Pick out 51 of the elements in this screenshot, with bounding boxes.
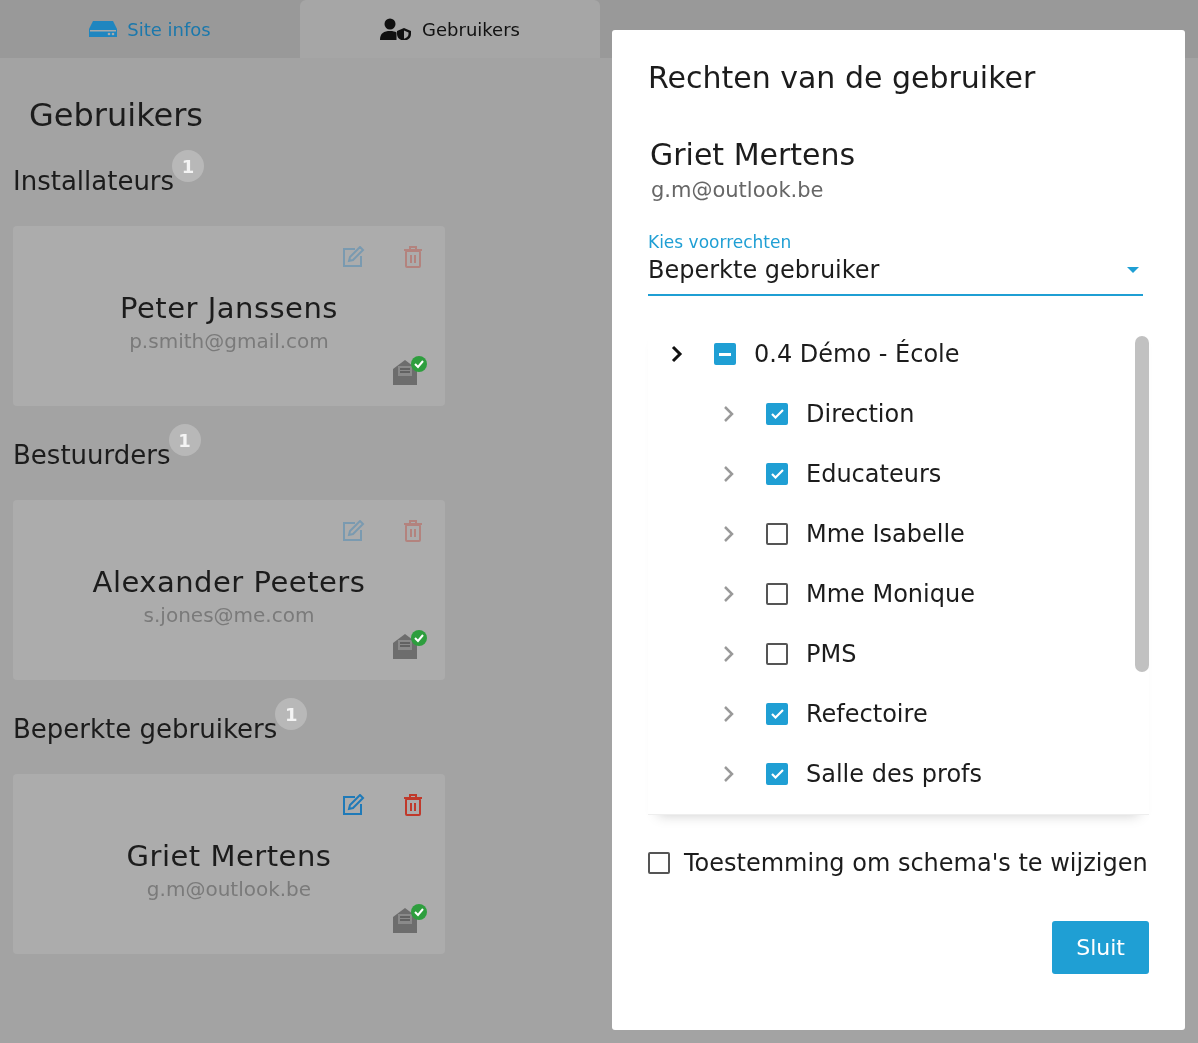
tab[interactable]: Gebruikers <box>300 0 600 58</box>
group-title: Bestuurders <box>13 440 171 470</box>
checkbox[interactable] <box>766 463 788 485</box>
dialog-title: Rechten van de gebruiker <box>648 60 1037 95</box>
user-name: Peter Janssens <box>120 291 338 325</box>
dash-icon <box>719 352 731 356</box>
tree-item-label[interactable]: 0.4 Démo - École <box>754 340 960 368</box>
select-label: Kies voorrechten <box>648 232 793 252</box>
edit-icon[interactable] <box>341 794 365 816</box>
trash-icon[interactable] <box>403 520 423 542</box>
tree-item-label[interactable]: Educateurs <box>806 460 942 488</box>
checkmark-icon <box>770 709 784 719</box>
tree-item-label[interactable]: Salle des profs <box>806 760 982 788</box>
trash-icon[interactable] <box>403 246 423 268</box>
count-badge: 1 <box>168 424 201 456</box>
trash-icon[interactable] <box>403 794 423 816</box>
group-title: Installateurs <box>13 166 175 196</box>
tree-item-label[interactable]: Mme Isabelle <box>806 520 965 548</box>
checkbox-label[interactable]: Toestemming om schema's te wijzigen <box>684 849 1148 877</box>
checkbox[interactable] <box>648 852 670 874</box>
privilege-select[interactable]: Beperkte gebruiker <box>648 252 1143 296</box>
checkbox[interactable] <box>714 343 736 365</box>
checkbox[interactable] <box>766 763 788 785</box>
envelope-check-icon <box>393 904 427 934</box>
checkmark-icon <box>770 469 784 479</box>
count-badge: 1 <box>275 698 308 730</box>
envelope-check-icon <box>393 356 427 386</box>
user-shield-icon <box>380 18 413 40</box>
chevron-right-icon[interactable] <box>670 345 684 363</box>
tree-item-label[interactable]: PMS <box>806 640 857 668</box>
user-name: Griet Mertens <box>126 839 332 873</box>
tree-item-label[interactable]: Refectoire <box>806 700 928 728</box>
checkbox[interactable] <box>766 583 788 605</box>
checkbox[interactable] <box>766 703 788 725</box>
user-name: Griet Mertens <box>650 137 857 172</box>
scrollbar[interactable] <box>1135 336 1149 672</box>
checkbox[interactable] <box>766 403 788 425</box>
user-email: g.m@outlook.be <box>651 178 825 202</box>
page-title: Gebruikers <box>29 96 205 134</box>
envelope-check-icon <box>393 630 427 660</box>
checkbox[interactable] <box>766 523 788 545</box>
drive-icon <box>89 20 118 38</box>
checkmark-icon <box>770 769 784 779</box>
user-name: Alexander Peeters <box>92 565 366 599</box>
dropdown-caret-icon <box>1127 267 1139 273</box>
group-title: Beperkte gebruikers <box>13 714 278 744</box>
tree-item-label[interactable]: Direction <box>806 400 915 428</box>
tree-item-label[interactable]: Mme Monique <box>806 580 975 608</box>
count-badge: 1 <box>172 150 205 182</box>
checkbox[interactable] <box>766 643 788 665</box>
checkmark-icon <box>770 409 784 419</box>
